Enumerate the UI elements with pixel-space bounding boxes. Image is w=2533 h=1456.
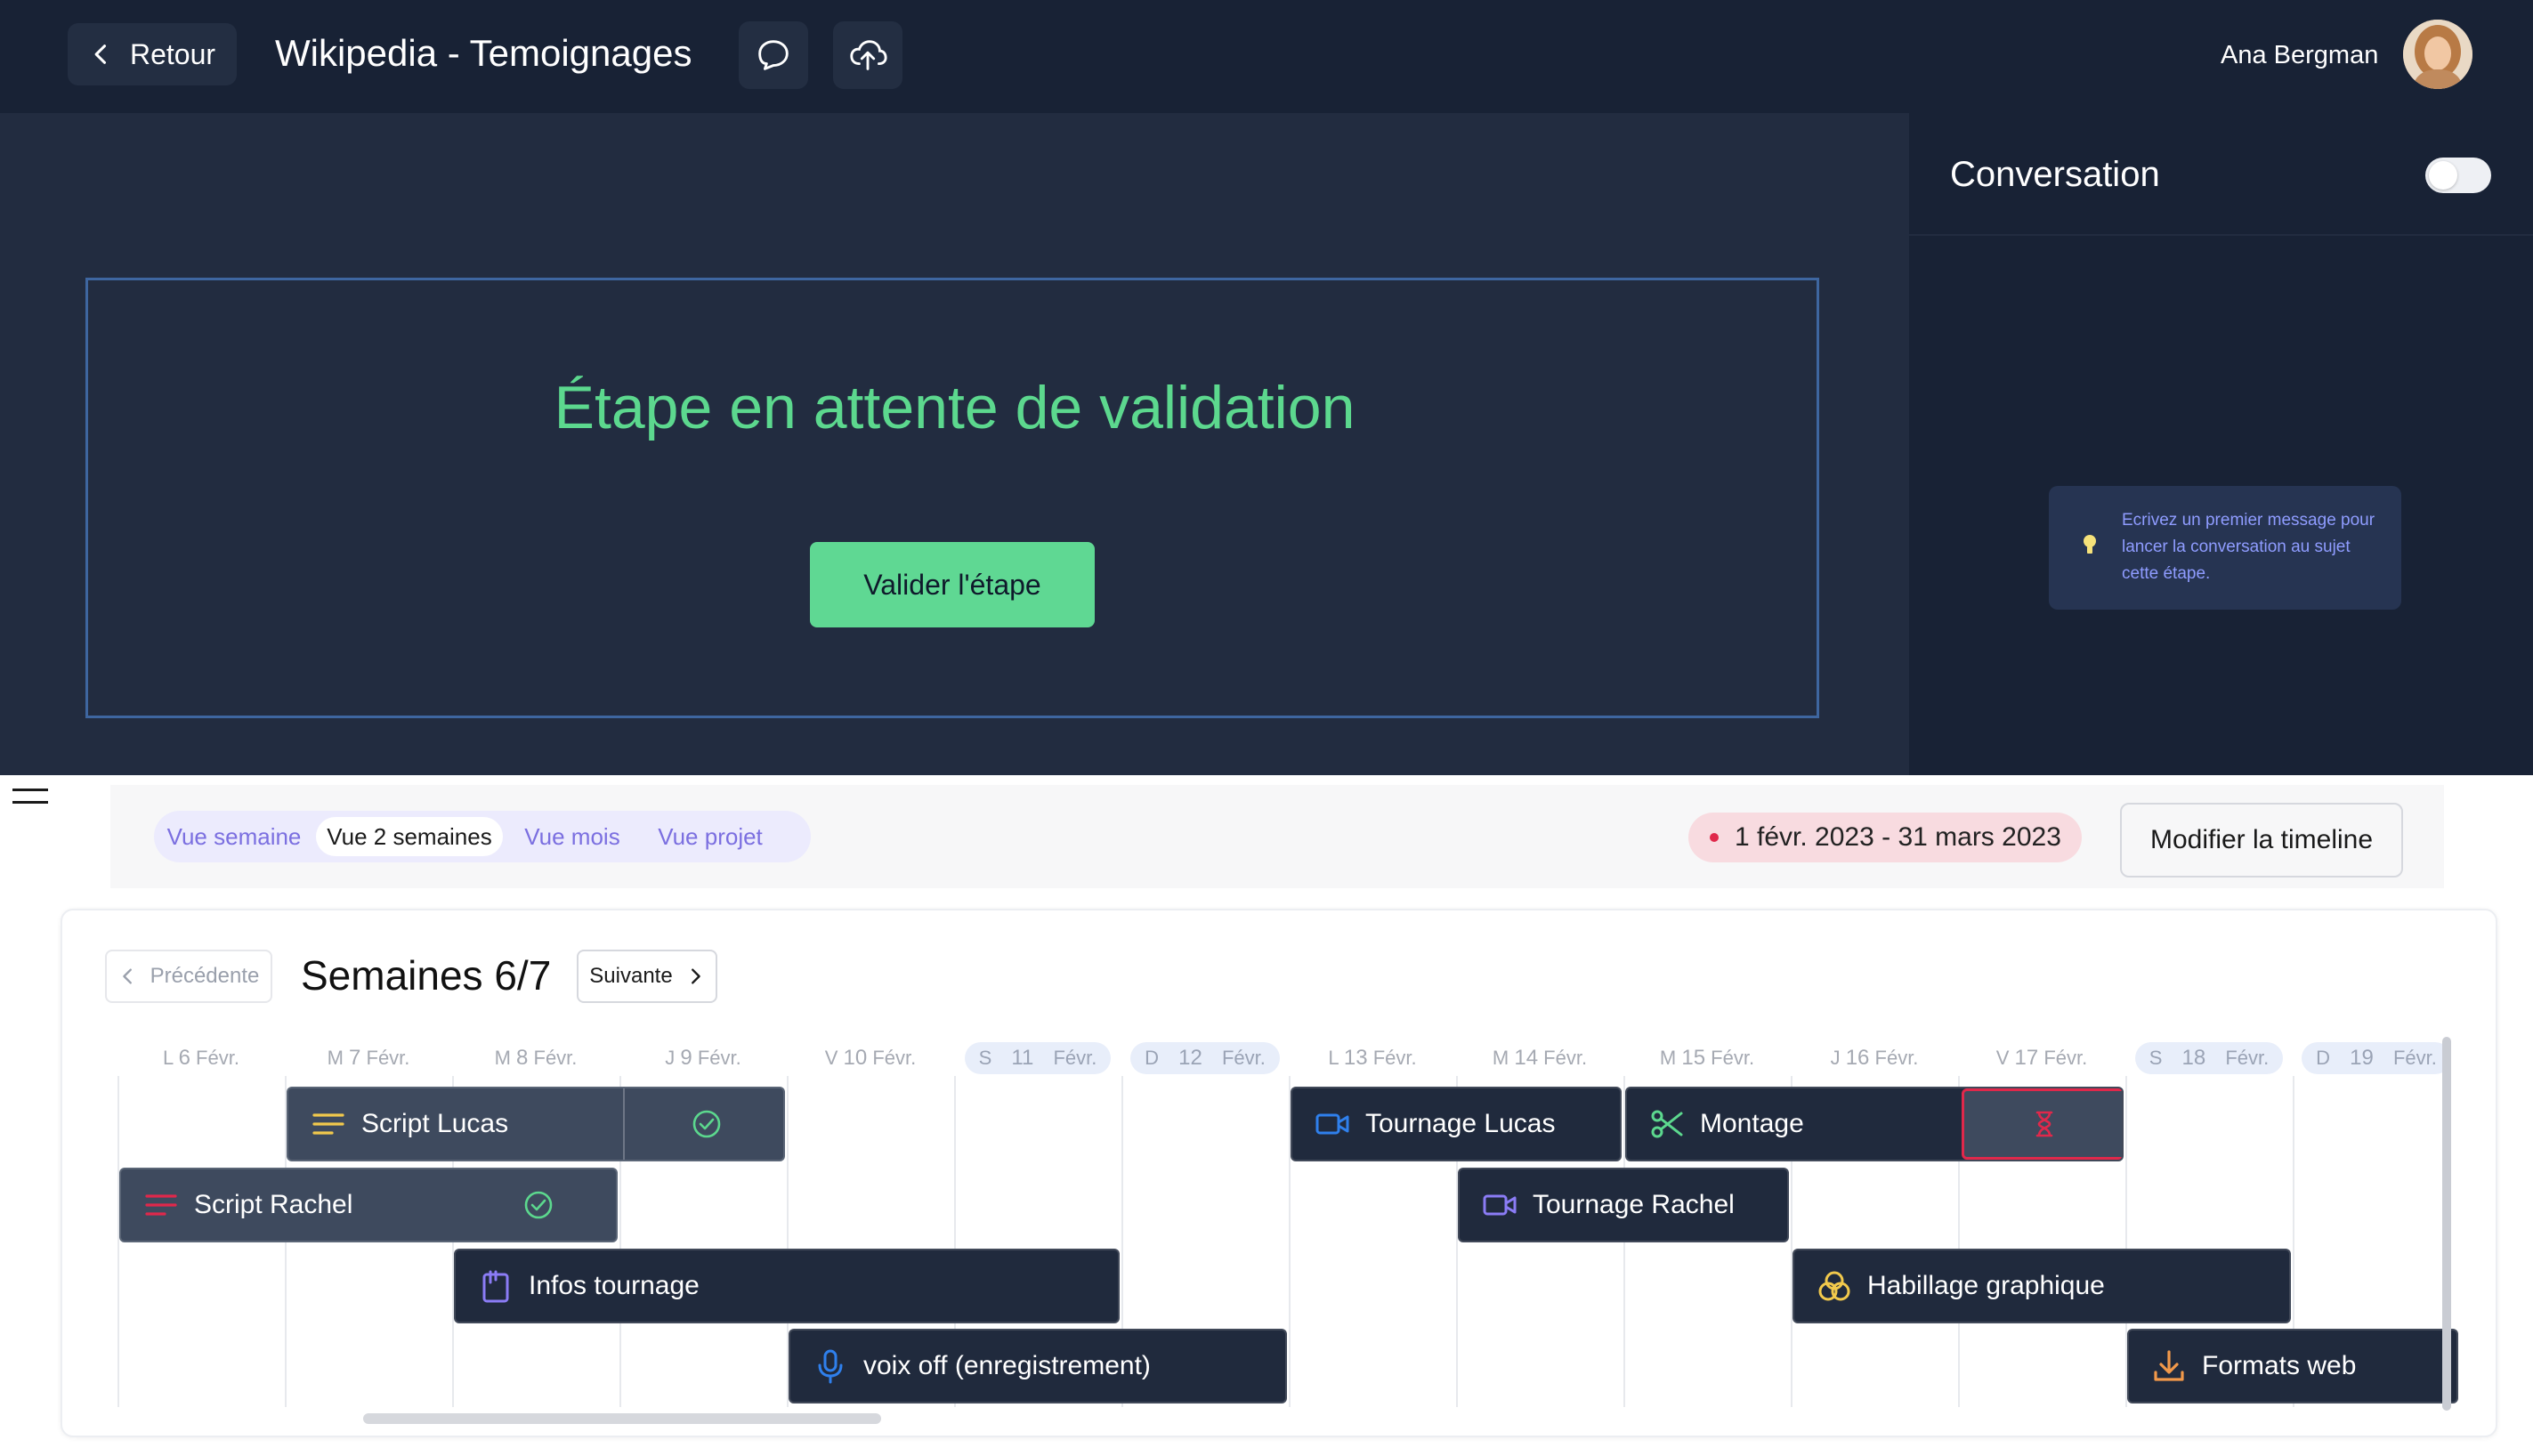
- next-label: Suivante: [589, 964, 673, 988]
- day-header: M 14 Févr.: [1492, 1046, 1588, 1070]
- day-header: M 15 Févr.: [1659, 1046, 1755, 1070]
- video-camera-icon: [1481, 1186, 1518, 1224]
- task-bar[interactable]: Script Lucas: [287, 1087, 785, 1161]
- timeline-card: Précédente Semaines 6/7 Suivante L 6 Fév…: [61, 909, 2497, 1437]
- task-bar[interactable]: Montage: [1625, 1087, 2124, 1161]
- conversation-title: Conversation: [1950, 155, 2160, 194]
- conversation-panel: Conversation Ecrivez un premier message …: [1909, 113, 2533, 775]
- menu-icon[interactable]: [12, 789, 48, 810]
- day-header: V 17 Févr.: [1995, 1046, 2088, 1070]
- chevron-right-icon: [691, 968, 700, 984]
- week-title: Semaines 6/7: [301, 952, 552, 999]
- day-header: V 10 Févr.: [824, 1046, 917, 1070]
- date-range-text: 1 févr. 2023 - 31 mars 2023: [1735, 822, 2061, 852]
- validate-step-button[interactable]: Valider l'étape: [810, 542, 1095, 627]
- view-toolbar: Vue semaine Vue 2 semaines Vue mois Vue …: [110, 785, 2444, 888]
- task-label: voix off (enregistrement): [863, 1351, 1151, 1380]
- horizontal-scrollbar[interactable]: [363, 1413, 881, 1424]
- lines-icon: [310, 1105, 347, 1143]
- hourglass-icon: [2035, 1111, 2053, 1137]
- task-label: Infos tournage: [529, 1271, 700, 1300]
- user-photo-icon: [2403, 20, 2472, 89]
- task-bar[interactable]: Formats web: [2127, 1329, 2458, 1403]
- previous-button[interactable]: Précédente: [105, 950, 272, 1003]
- tab-vue-semaine[interactable]: Vue semaine: [163, 817, 305, 856]
- tab-vue-projet[interactable]: Vue projet: [643, 817, 777, 856]
- day-header: M 7 Févr.: [327, 1046, 410, 1070]
- conversation-hint: Ecrivez un premier message pour lancer l…: [2049, 486, 2401, 610]
- avatar[interactable]: [2403, 20, 2472, 89]
- conversation-hint-text: Ecrivez un premier message pour lancer l…: [2122, 511, 2375, 583]
- validation-status-title: Étape en attente de validation: [554, 374, 1356, 441]
- task-label: Script Lucas: [361, 1109, 509, 1138]
- vertical-scrollbar[interactable]: [2442, 1037, 2451, 1411]
- day-header: L 6 Févr.: [163, 1046, 239, 1070]
- task-bar[interactable]: Tournage Lucas: [1291, 1087, 1622, 1161]
- download-icon: [2150, 1347, 2188, 1385]
- task-label: Script Rachel: [194, 1190, 353, 1219]
- next-button[interactable]: Suivante: [577, 950, 717, 1003]
- check-circle-icon: [524, 1191, 553, 1219]
- done-status: [623, 1088, 783, 1160]
- task-bar[interactable]: Tournage Rachel: [1458, 1168, 1789, 1242]
- day-header: J 9 Févr.: [665, 1046, 741, 1070]
- conversation-header: Conversation: [1909, 113, 2533, 236]
- conversation-toggle[interactable]: [2425, 158, 2491, 193]
- check-circle-icon: [692, 1110, 721, 1138]
- task-label: Montage: [1700, 1109, 1804, 1138]
- task-label: Habillage graphique: [1867, 1271, 2105, 1300]
- days-header: L 6 Févr. M 7 Févr. M 8 Févr. J 9 Févr. V 10…: [117, 1040, 2451, 1076]
- lines-icon: [142, 1186, 180, 1224]
- cloud-upload-icon: [850, 40, 887, 70]
- user-name: Ana Bergman: [2221, 41, 2379, 69]
- video-camera-icon: [1314, 1105, 1351, 1143]
- day-header: L 13 Févr.: [1328, 1046, 1417, 1070]
- clipboard-icon: [477, 1267, 514, 1305]
- task-label: Formats web: [2202, 1351, 2357, 1380]
- task-bar[interactable]: Infos tournage: [454, 1249, 1120, 1323]
- grid-line: [117, 1076, 119, 1407]
- previous-label: Précédente: [150, 964, 260, 988]
- color-circles-icon: [1816, 1267, 1853, 1305]
- task-bar[interactable]: voix off (enregistrement): [789, 1329, 1287, 1403]
- scissors-icon: [1648, 1105, 1686, 1143]
- status-dot: [1710, 833, 1719, 842]
- microphone-icon: [812, 1347, 849, 1385]
- upload-button[interactable]: [833, 21, 902, 89]
- date-range-badge: 1 févr. 2023 - 31 mars 2023: [1688, 813, 2082, 862]
- top-bar: Retour Wikipedia - Temoignages Ana Bergm…: [0, 0, 2533, 113]
- back-button[interactable]: Retour: [68, 23, 237, 85]
- chat-button[interactable]: [739, 21, 808, 89]
- timeline-grid: Script Lucas Script Rachel Infos tournage v…: [117, 1076, 2458, 1407]
- day-header: D 19 Févr.: [2293, 1040, 2460, 1076]
- chat-bubble-icon: [758, 40, 789, 70]
- edit-timeline-button[interactable]: Modifier la timeline: [2120, 803, 2403, 878]
- view-tabs: Vue semaine Vue 2 semaines Vue mois Vue …: [154, 811, 811, 862]
- lightbulb-icon: [2084, 535, 2096, 554]
- day-header: J 16 Févr.: [1830, 1046, 1919, 1070]
- task-label: Tournage Lucas: [1365, 1109, 1556, 1138]
- tab-vue-2-semaines[interactable]: Vue 2 semaines: [316, 817, 503, 856]
- day-header: M 8 Févr.: [494, 1046, 578, 1070]
- project-title: Wikipedia - Temoignages: [275, 32, 692, 74]
- pending-status: [1962, 1088, 2122, 1160]
- tab-vue-mois[interactable]: Vue mois: [510, 817, 635, 856]
- validation-box: [85, 278, 1819, 718]
- day-header: D 12 Févr.: [1121, 1040, 1289, 1076]
- chevron-left-icon: [94, 44, 106, 64]
- day-header: S 11 Févr.: [954, 1040, 1121, 1076]
- task-bar[interactable]: Habillage graphique: [1793, 1249, 2291, 1323]
- step-panel: Étape en attente de validation Valider l…: [0, 113, 1909, 775]
- task-bar[interactable]: Script Rachel: [119, 1168, 618, 1242]
- task-label: Tournage Rachel: [1533, 1190, 1735, 1219]
- back-label: Retour: [129, 37, 216, 70]
- done-status: [456, 1169, 616, 1241]
- day-header: S 18 Févr.: [2125, 1040, 2293, 1076]
- chevron-left-icon: [122, 968, 132, 984]
